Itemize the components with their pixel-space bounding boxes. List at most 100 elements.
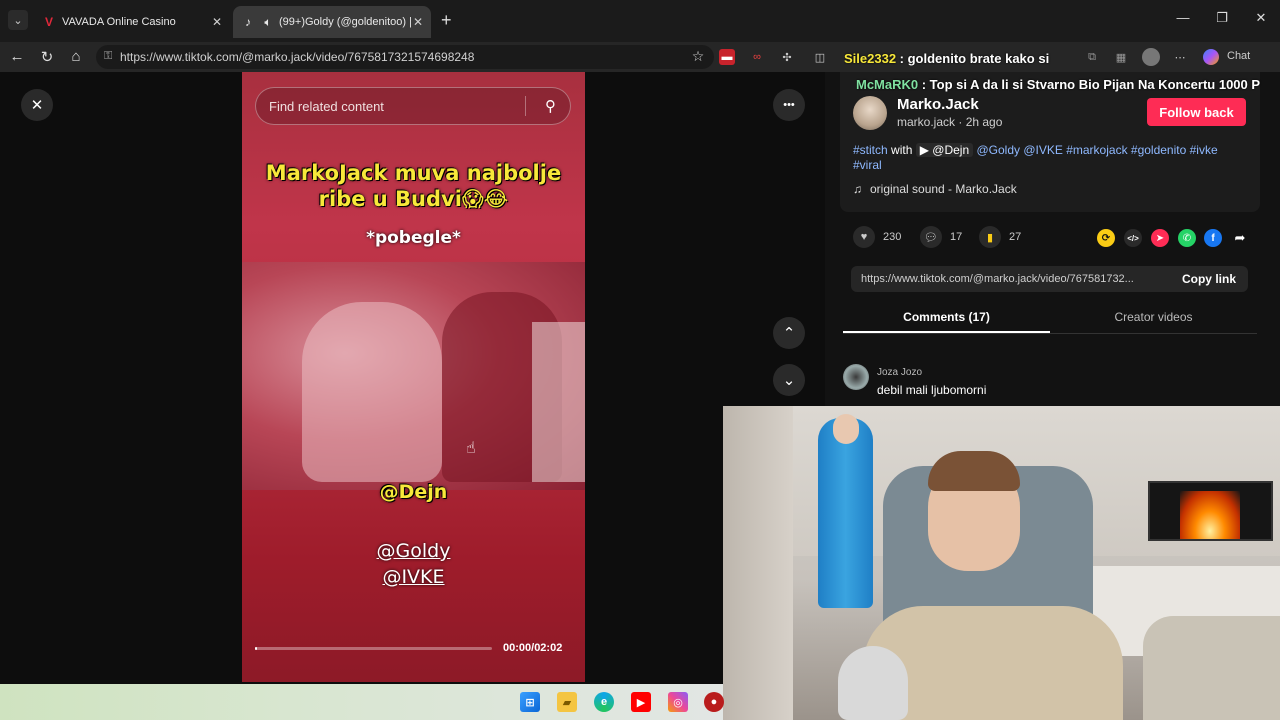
instagram-icon[interactable]: ◎ — [668, 692, 688, 712]
author-handle[interactable]: marko.jack — [897, 115, 955, 129]
chevron-down-icon: ⌄ — [13, 14, 23, 27]
favorite-star-icon[interactable]: ☆ — [689, 48, 707, 65]
webcam-streamer-hair — [928, 451, 1020, 491]
play-icon: ▶ — [919, 143, 933, 157]
find-related-search[interactable]: Find related content ⚲ — [255, 87, 571, 125]
extension-pdf-icon[interactable]: ▬ — [719, 49, 735, 65]
more-options-button[interactable]: ••• — [773, 89, 805, 121]
maximize-button[interactable]: ❐ — [1212, 10, 1232, 26]
facebook-icon[interactable]: f — [1204, 229, 1222, 247]
music-note-icon: ♫ — [853, 182, 862, 196]
author-name[interactable]: Marko.Jack — [897, 96, 979, 113]
comment-action[interactable]: 💬︎ 17 — [920, 226, 962, 248]
tab-tiktok[interactable]: ♪ 🔈︎ (99+)Goldy (@goldenitoo) | T ✕ — [233, 6, 431, 38]
send-icon[interactable]: ➤ — [1151, 229, 1169, 247]
chat-text: : Top si A da li si Stvarno Bio Pijan Na… — [918, 77, 1261, 92]
windows-taskbar: ⊞ ▰ e ▶ ◎ ● — [0, 684, 724, 720]
address-bar[interactable]: ⚿ https://www.tiktok.com/@marko.jack/vid… — [96, 45, 714, 69]
search-icon[interactable]: ⚲ — [545, 97, 556, 115]
hashtag-stitch[interactable]: #stitch — [853, 143, 888, 157]
share-link-text[interactable]: https://www.tiktok.com/@marko.jack/video… — [861, 273, 1134, 285]
minimize-button[interactable]: — — [1173, 10, 1193, 25]
search-divider — [525, 96, 526, 116]
video-tag-goldy: @Goldy — [376, 540, 451, 562]
window-close-button[interactable]: ✕ — [1251, 10, 1271, 26]
tab-title: VAVADA Online Casino — [62, 16, 176, 28]
webcam-cabinet — [723, 406, 793, 720]
sound-row[interactable]: ♫ original sound - Marko.Jack — [853, 182, 1017, 196]
embed-icon[interactable]: </> — [1124, 229, 1142, 247]
comment-avatar[interactable] — [843, 364, 869, 390]
stream-chat-line: McMaRK0 : Top si A da li si Stvarno Bio … — [856, 77, 1280, 92]
comment-user[interactable]: Joza Jozo — [877, 367, 922, 378]
split-screen-icon[interactable]: ◫ — [812, 49, 828, 65]
repost-icon[interactable]: ⟳ — [1097, 229, 1115, 247]
tab-title: (99+)Goldy (@goldenitoo) | T — [279, 16, 411, 28]
video-caption-sub: *pobegle* — [366, 228, 461, 248]
more-dots-icon: ••• — [783, 99, 795, 111]
youtube-icon[interactable]: ▶ — [631, 692, 651, 712]
stream-chat-line: Sile2332 : goldenito brate kako si — [844, 51, 1280, 66]
sound-name: original sound - Marko.Jack — [870, 182, 1017, 196]
stitch-user: @Dejn — [932, 143, 970, 157]
home-icon[interactable]: ⌂ — [67, 48, 85, 65]
tab-divider — [843, 333, 1257, 334]
close-icon[interactable]: ✕ — [212, 15, 222, 29]
post-description: #stitch with ▶ @Dejn @Goldy @IVKE #marko… — [853, 143, 1248, 173]
chat-user: Sile2332 — [844, 51, 897, 66]
close-icon[interactable]: ✕ — [413, 15, 423, 29]
search-placeholder: Find related content — [269, 98, 384, 114]
edge-browser-icon[interactable]: e — [594, 692, 614, 712]
file-explorer-icon[interactable]: ▰ — [557, 692, 577, 712]
speaker-icon[interactable]: 🔈︎ — [261, 15, 275, 29]
whatsapp-icon[interactable]: ✆ — [1178, 229, 1196, 247]
description-tags[interactable]: @Goldy @IVKE #markojack #goldenito #ivke — [976, 143, 1217, 157]
video-tag-dejn: @Dejn — [379, 481, 448, 503]
share-arrow-icon[interactable]: ➦ — [1231, 229, 1249, 247]
share-link-box: https://www.tiktok.com/@marko.jack/video… — [851, 266, 1248, 292]
save-count: 27 — [1009, 231, 1022, 243]
video-progress-bar[interactable] — [255, 647, 492, 650]
copy-link-button[interactable]: Copy link — [1182, 272, 1236, 286]
vavada-logo-icon: V — [44, 15, 53, 29]
windows-start-icon[interactable]: ⊞ — [520, 692, 540, 712]
meta-separator: · — [955, 115, 966, 129]
author-avatar[interactable] — [853, 96, 887, 130]
desc-with: with — [887, 143, 916, 157]
video-frame — [242, 262, 585, 490]
extensions-puzzle-icon[interactable]: ✣ — [779, 49, 795, 65]
tab-list-button[interactable]: ⌄ — [8, 10, 28, 30]
tab-creator-videos[interactable]: Creator videos — [1050, 310, 1257, 324]
video-tag-ivke: @IVKE — [382, 566, 445, 588]
refresh-icon[interactable]: ↻ — [38, 48, 56, 66]
tab-comments[interactable]: Comments (17) — [843, 310, 1050, 324]
app-icon[interactable]: ● — [704, 692, 724, 712]
new-tab-button[interactable]: + — [441, 10, 452, 31]
next-video-button[interactable]: ⌄ — [773, 364, 805, 396]
stitch-user-chip[interactable]: ▶ @Dejn — [915, 143, 974, 157]
url-text: https://www.tiktok.com/@marko.jack/video… — [120, 50, 475, 64]
video-progress-fill — [255, 647, 258, 650]
tv-fireplace — [1148, 481, 1273, 541]
close-video-button[interactable]: ✕ — [21, 89, 53, 121]
tab-active-indicator — [843, 331, 1050, 333]
hashtag-viral[interactable]: #viral — [853, 158, 882, 172]
chat-text: : goldenito brate kako si — [896, 51, 1050, 66]
previous-video-button[interactable]: ⌃ — [773, 317, 805, 349]
follow-back-button[interactable]: Follow back — [1147, 98, 1246, 126]
site-info-icon[interactable]: ⚿ — [104, 50, 112, 63]
heart-icon: ♥ — [853, 226, 875, 248]
microphone — [838, 646, 908, 720]
tab-vavada[interactable]: V VAVADA Online Casino ✕ — [34, 6, 230, 38]
post-time: 2h ago — [965, 115, 1003, 129]
video-timecode: 00:00/02:02 — [503, 642, 563, 654]
like-action[interactable]: ♥ 230 — [853, 226, 901, 248]
bookmark-icon: ▮ — [979, 226, 1001, 248]
browser-tab-bar: ⌄ V VAVADA Online Casino ✕ ♪ 🔈︎ (99+)Gol… — [0, 0, 1280, 42]
webcam-overlay — [723, 406, 1280, 720]
extension-infinity-icon[interactable]: ∞ — [749, 49, 765, 65]
tiktok-icon: ♪ — [245, 15, 251, 29]
chat-user: McMaRK0 — [856, 77, 919, 92]
save-action[interactable]: ▮ 27 — [979, 226, 1021, 248]
back-arrow-icon[interactable]: ← — [8, 48, 26, 65]
